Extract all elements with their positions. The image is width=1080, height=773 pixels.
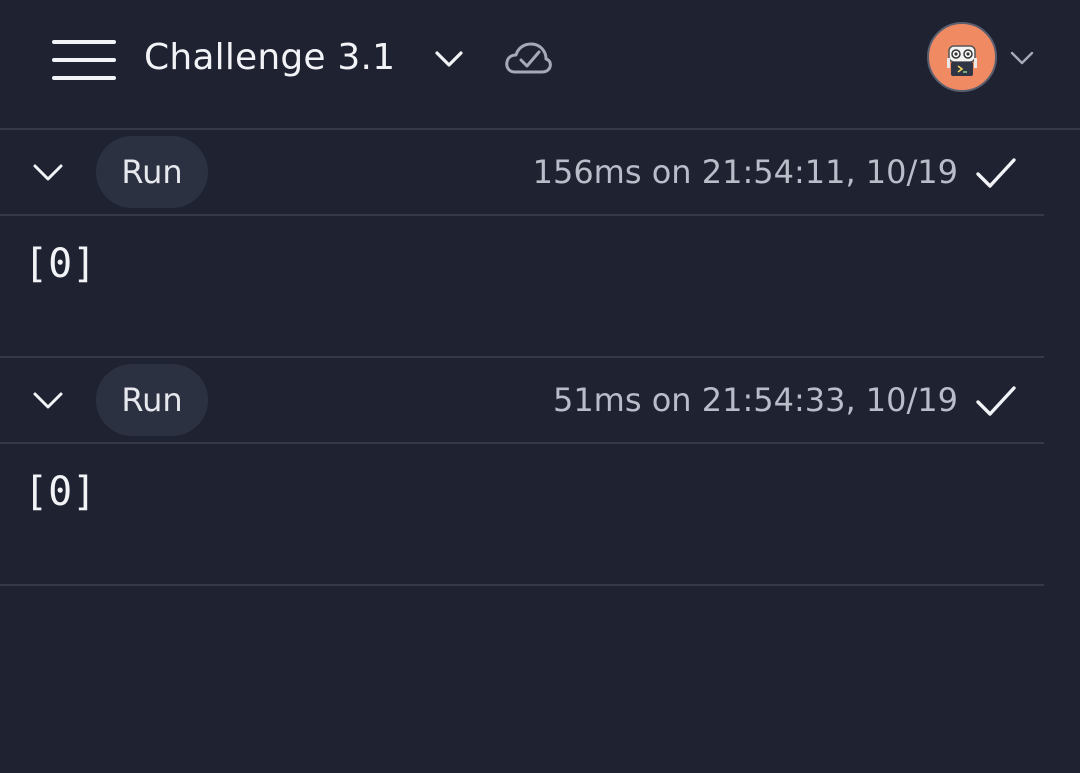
- chevron-down-icon[interactable]: [432, 42, 466, 76]
- chevron-down-icon[interactable]: [30, 382, 66, 418]
- output-text: [0]: [24, 241, 97, 287]
- run-header: Run 156ms on 21:54:11, 10/19: [0, 130, 1044, 216]
- output-text: [0]: [24, 469, 97, 515]
- run-output: [0]: [0, 442, 1044, 586]
- run-button[interactable]: Run: [96, 364, 208, 436]
- run-button[interactable]: Run: [96, 136, 208, 208]
- menu-icon[interactable]: [50, 38, 118, 82]
- chevron-down-icon[interactable]: [30, 154, 66, 190]
- robot-avatar-icon: [947, 45, 977, 76]
- run-timing: 51ms on 21:54:33, 10/19: [552, 381, 958, 419]
- cloud-check-icon[interactable]: [503, 38, 553, 78]
- user-avatar[interactable]: [927, 22, 997, 92]
- top-bar: Challenge 3.1: [0, 0, 1080, 130]
- checkmark-icon: [976, 158, 1016, 188]
- account-chevron-down-icon[interactable]: [1008, 45, 1036, 71]
- checkmark-icon: [976, 386, 1016, 416]
- run-timing: 156ms on 21:54:11, 10/19: [532, 153, 958, 191]
- run-header: Run 51ms on 21:54:33, 10/19: [0, 358, 1044, 444]
- page-title[interactable]: Challenge 3.1: [144, 34, 395, 82]
- run-output: [0]: [0, 214, 1044, 358]
